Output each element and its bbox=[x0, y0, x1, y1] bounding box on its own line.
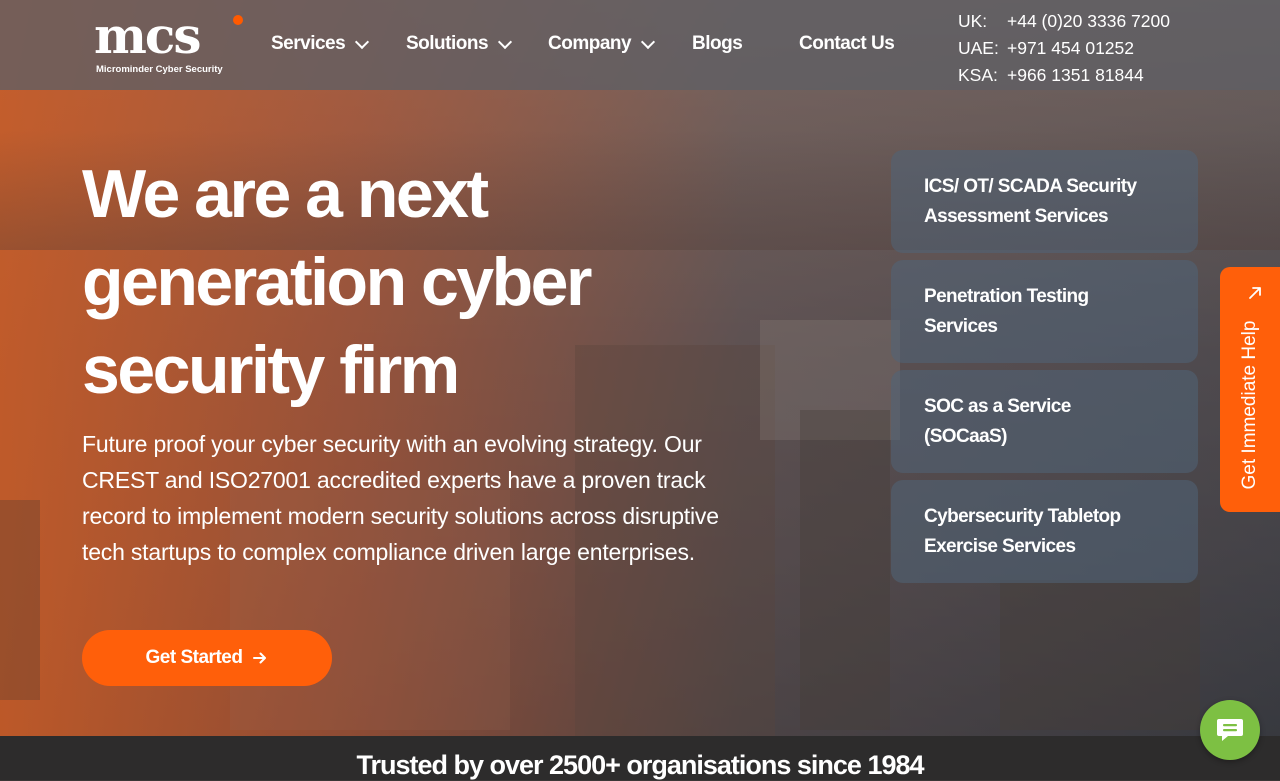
nav-item-label: Services bbox=[271, 33, 346, 54]
arrow-up-right-icon bbox=[1249, 287, 1261, 299]
trusted-heading: Trusted by over 2500+ organisations sinc… bbox=[356, 750, 924, 780]
service-card-socaas[interactable]: SOC as a Service (SOCaaS) bbox=[891, 370, 1198, 473]
site-header: mcs Microminder Cyber Security Services … bbox=[0, 0, 1280, 90]
nav-item-solutions[interactable]: Solutions bbox=[406, 33, 513, 55]
contact-row-uae[interactable]: UAE: +971 454 01252 bbox=[958, 35, 1170, 62]
service-card-title: ICS/ OT/ SCADA Security bbox=[924, 176, 1137, 197]
service-card-title: Services bbox=[924, 316, 998, 337]
headline-line: security firm bbox=[82, 332, 460, 408]
get-immediate-help-tab[interactable]: Get Immediate Help bbox=[1220, 267, 1280, 512]
get-started-button[interactable]: Get Started bbox=[82, 630, 332, 686]
chat-button[interactable] bbox=[1200, 700, 1260, 760]
chevron-down-icon bbox=[355, 34, 370, 50]
contact-phone[interactable]: +44 (0)20 3336 7200 bbox=[1007, 8, 1170, 35]
contact-region: UK: bbox=[958, 11, 988, 31]
chat-bubble-icon bbox=[1217, 719, 1243, 741]
contact-row-ksa[interactable]: KSA: +966 1351 81844 bbox=[958, 62, 1170, 89]
contact-row-uk[interactable]: UK: +44 (0)20 3336 7200 bbox=[958, 8, 1170, 35]
nav-item-label: Company bbox=[548, 33, 632, 54]
service-card-tabletop-exercise[interactable]: Cybersecurity Tabletop Exercise Services bbox=[891, 480, 1198, 583]
nav-item-label: Solutions bbox=[406, 33, 489, 54]
help-tab-label: Get Immediate Help bbox=[1239, 320, 1260, 490]
nav-item-label: Blogs bbox=[692, 33, 743, 54]
contact-phone[interactable]: +971 454 01252 bbox=[1007, 35, 1134, 62]
service-card-title: Penetration Testing bbox=[924, 286, 1089, 307]
service-card-title: SOC as a Service bbox=[924, 396, 1071, 417]
logo[interactable]: mcs Microminder Cyber Security bbox=[94, 8, 244, 78]
nav-item-services[interactable]: Services bbox=[271, 33, 370, 55]
nav-item-blogs[interactable]: Blogs bbox=[692, 33, 743, 55]
contact-numbers: UK: +44 (0)20 3336 7200 UAE: +971 454 01… bbox=[958, 8, 1170, 89]
contact-region: UAE: bbox=[958, 38, 999, 58]
service-card-title: (SOCaaS) bbox=[924, 426, 1007, 447]
hero-building bbox=[800, 410, 890, 730]
hero-headline: We are a next generation cyber security … bbox=[82, 150, 702, 414]
headline-line: generation cyber bbox=[82, 244, 592, 320]
service-card-title: Exercise Services bbox=[924, 536, 1076, 557]
contact-region: KSA: bbox=[958, 65, 998, 85]
headline-line: We are a next bbox=[82, 156, 489, 232]
get-started-label: Get Started bbox=[145, 647, 243, 668]
nav-item-company[interactable]: Company bbox=[548, 33, 656, 55]
logo-tagline: Microminder Cyber Security bbox=[96, 64, 223, 75]
service-card-title: Assessment Services bbox=[924, 206, 1109, 227]
hero-subtext: Future proof your cyber security with an… bbox=[82, 431, 719, 565]
logo-wordmark: mcs bbox=[94, 6, 201, 65]
service-card-title: Cybersecurity Tabletop bbox=[924, 506, 1121, 527]
chevron-down-icon bbox=[641, 34, 656, 50]
nav-item-label: Contact Us bbox=[799, 33, 895, 54]
hero-building bbox=[0, 500, 40, 700]
nav-item-contact-us[interactable]: Contact Us bbox=[799, 33, 895, 55]
service-card-penetration-testing[interactable]: Penetration Testing Services bbox=[891, 260, 1198, 363]
contact-phone[interactable]: +966 1351 81844 bbox=[1007, 62, 1144, 89]
hero-building bbox=[1000, 580, 1200, 730]
arrow-right-icon bbox=[252, 650, 268, 666]
chevron-down-icon bbox=[497, 34, 513, 50]
logo-dot bbox=[233, 15, 243, 25]
service-card-ics-ot-scada[interactable]: ICS/ OT/ SCADA Security Assessment Servi… bbox=[891, 150, 1198, 253]
